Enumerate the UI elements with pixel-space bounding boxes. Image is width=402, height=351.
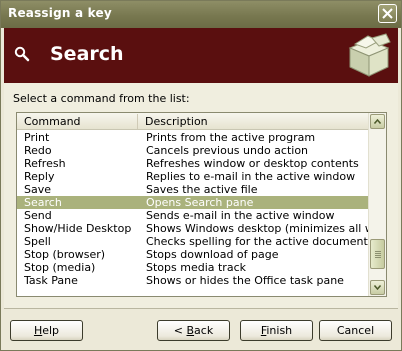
help-mnemonic: H (33, 324, 43, 337)
vertical-scrollbar[interactable] (368, 113, 386, 296)
command-cell: Reply (24, 170, 55, 183)
thumb-grip (375, 251, 381, 252)
column-header-command[interactable]: Command (17, 114, 138, 129)
cancel-button[interactable]: Cancel (319, 320, 392, 341)
back-prefix: < (173, 324, 187, 337)
description-cell: Refreshes window or desktop contents (146, 157, 359, 170)
chevron-down-icon (374, 285, 381, 290)
list-rows: Print Prints from the active program Redo C… (17, 131, 369, 287)
list-item[interactable]: Send Sends e-mail in the active window (17, 209, 369, 222)
description-cell: Opens Search pane (146, 196, 254, 209)
scroll-thumb[interactable] (370, 239, 385, 269)
description-cell: Cancels previous undo action (146, 144, 309, 157)
list-header: Command Description (17, 113, 369, 130)
thumb-grip (375, 253, 381, 254)
command-cell: Redo (24, 144, 52, 157)
list-item[interactable]: Show/Hide Desktop Shows Windows desktop (… (17, 222, 369, 235)
list-item[interactable]: Task Pane Shows or hides the Office task … (17, 274, 369, 287)
description-cell: Sends e-mail in the active window (146, 209, 335, 222)
page-title: Search (50, 43, 124, 65)
title-bar: Reassign a key (1, 1, 401, 28)
list-item[interactable]: Stop (browser) Stops download of page (17, 248, 369, 261)
instruction-label: Select a command from the list: (13, 92, 190, 105)
command-cell: Stop (browser) (24, 248, 106, 261)
command-cell: Show/Hide Desktop (24, 222, 132, 235)
scroll-down-button[interactable] (370, 280, 385, 295)
command-cell: Task Pane (24, 274, 78, 287)
reassign-key-dialog: Reassign a key Search Select a command f… (0, 0, 402, 351)
list-item[interactable]: Redo Cancels previous undo action (17, 144, 369, 157)
command-cell: Search (24, 196, 62, 209)
command-list[interactable]: Command Description Print Prints from the… (16, 112, 387, 297)
description-cell: Checks spelling for the active document (146, 235, 368, 248)
command-cell: Spell (24, 235, 51, 248)
list-item[interactable]: Spell Checks spelling for the active docu… (17, 235, 369, 248)
list-item[interactable]: Search Opens Search pane (17, 196, 369, 209)
list-item[interactable]: Print Prints from the active program (17, 131, 369, 144)
command-cell: Save (24, 183, 52, 196)
command-cell: Print (24, 131, 50, 144)
description-cell: Saves the active file (146, 183, 258, 196)
thumb-grip (375, 257, 381, 258)
command-cell: Stop (media) (24, 261, 96, 274)
finish-label: inish (266, 324, 293, 337)
list-item[interactable]: Stop (media) Stops media track (17, 261, 369, 274)
close-icon (382, 8, 393, 19)
help-button[interactable]: Help (10, 320, 83, 341)
finish-button[interactable]: Finish (240, 320, 313, 341)
magnifier-icon (14, 46, 30, 62)
back-button[interactable]: < Back (157, 320, 230, 341)
list-item[interactable]: Refresh Refreshes window or desktop conte… (17, 157, 369, 170)
description-cell: Stops download of page (146, 248, 279, 261)
back-label: ack (194, 324, 214, 337)
description-cell: Prints from the active program (146, 131, 316, 144)
back-mnemonic: B (186, 324, 195, 337)
help-label: elp (42, 324, 60, 337)
description-cell: Stops media track (146, 261, 246, 274)
list-item[interactable]: Reply Replies to e-mail in the active win… (17, 170, 369, 183)
header-banner: Search (4, 28, 398, 83)
command-cell: Send (24, 209, 52, 222)
description-cell: Shows or hides the Office task pane (146, 274, 344, 287)
open-box-icon (348, 33, 391, 77)
chevron-up-icon (374, 119, 381, 124)
scroll-up-button[interactable] (370, 114, 385, 129)
close-button[interactable] (378, 4, 397, 23)
button-bar: Help < Back Finish Cancel (4, 308, 398, 349)
column-header-description[interactable]: Description (138, 114, 369, 129)
dialog-content: Select a command from the list: Command … (4, 83, 398, 308)
description-cell: Shows Windows desktop (minimizes all win… (146, 222, 368, 235)
command-cell: Refresh (24, 157, 66, 170)
list-item[interactable]: Save Saves the active file (17, 183, 369, 196)
window-title: Reassign a key (8, 6, 112, 20)
description-cell: Replies to e-mail in the active window (146, 170, 356, 183)
thumb-grip (375, 255, 381, 256)
